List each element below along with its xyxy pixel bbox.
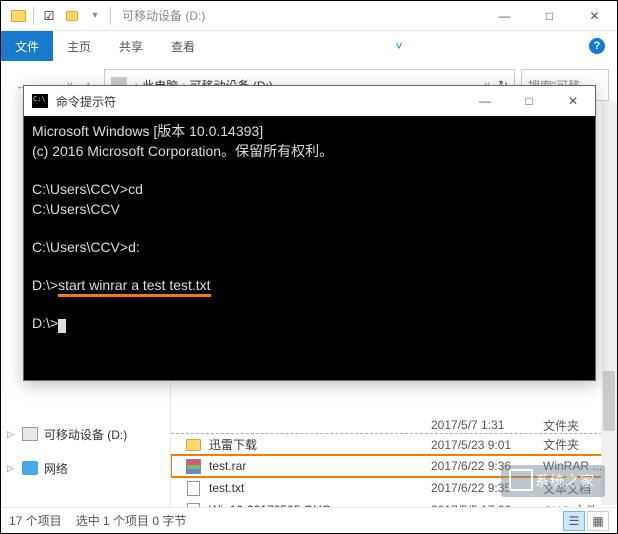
cmd-window: 命令提示符 — □ ✕ Microsoft Windows [版本 10.0.1… — [23, 85, 596, 381]
file-date: 2017/6/22 9:36 — [431, 459, 543, 473]
view-buttons: ☰ ▦ — [563, 511, 609, 531]
file-row[interactable]: 迅雷下载2017/5/23 9:01文件夹 — [171, 433, 617, 455]
tab-share[interactable]: 共享 — [105, 31, 157, 61]
file-date: 2017/6/22 9:35 — [431, 481, 543, 495]
cmd-command-highlighted: start winrar a test test.txt — [58, 277, 211, 297]
tab-home[interactable]: 主页 — [53, 31, 105, 61]
cmd-line: C:\Users\CCV — [32, 201, 120, 217]
drive-icon — [22, 427, 38, 441]
cmd-window-controls: — □ ✕ — [463, 87, 595, 115]
close-button[interactable]: ✕ — [572, 2, 617, 30]
view-icons-button[interactable]: ▦ — [587, 511, 609, 531]
tab-view[interactable]: 查看 — [157, 31, 209, 61]
maximize-button[interactable]: □ — [527, 2, 572, 30]
rar-icon — [185, 458, 201, 474]
divider — [33, 7, 34, 25]
sidebar-item-drive[interactable]: ▷ 可移动设备 (D:) — [1, 423, 170, 445]
ribbon-expand[interactable]: ˅ — [382, 31, 417, 61]
file-date: 2017/5/23 9:01 — [431, 438, 543, 452]
cmd-minimize-button[interactable]: — — [463, 87, 507, 115]
file-row[interactable]: test.rar2017/6/22 9:36WinRAR ... — [171, 455, 617, 477]
scrollbar-thumb[interactable] — [603, 371, 615, 431]
divider — [110, 7, 111, 25]
cmd-prompt: D:\> — [32, 277, 58, 293]
quick-access-toolbar: ☑ ▾ — [7, 5, 114, 27]
network-icon — [22, 461, 38, 475]
view-details-button[interactable]: ☰ — [563, 511, 585, 531]
vertical-scrollbar[interactable] — [601, 101, 617, 505]
help-icon[interactable]: ? — [589, 38, 605, 54]
explorer-titlebar: ☑ ▾ 可移动设备 (D:) — □ ✕ — [1, 1, 617, 31]
sidebar-label: 可移动设备 (D:) — [44, 426, 127, 443]
cmd-line: C:\Users\CCV>d: — [32, 239, 140, 255]
status-selection: 选中 1 个项目 0 字节 — [76, 512, 187, 529]
cmd-titlebar[interactable]: 命令提示符 — □ ✕ — [24, 86, 595, 116]
cmd-maximize-button[interactable]: □ — [507, 87, 551, 115]
quick-access-dropdown[interactable]: ▾ — [84, 5, 106, 27]
file-row-partial[interactable]: 2017/5/7 1:31 文件夹 — [171, 417, 617, 433]
file-name: 迅雷下载 — [209, 436, 431, 453]
tab-file[interactable]: 文件 — [1, 31, 53, 61]
file-row[interactable]: Win10-20170505.GHO2017/5/5 17:00GHO 文件 — [171, 499, 617, 507]
status-count: 17 个项目 — [9, 512, 62, 529]
window-title: 可移动设备 (D:) — [122, 7, 205, 24]
sidebar-item-network[interactable]: ▷ 网络 — [1, 457, 170, 479]
window-controls: — □ ✕ — [482, 2, 617, 30]
cmd-terminal[interactable]: Microsoft Windows [版本 10.0.14393] (c) 20… — [24, 116, 595, 380]
minimize-button[interactable]: — — [482, 2, 527, 30]
status-bar: 17 个项目 选中 1 个项目 0 字节 ☰ ▦ — [1, 507, 617, 533]
txt-icon — [185, 480, 201, 496]
cmd-line: Microsoft Windows [版本 10.0.14393] — [32, 123, 263, 139]
file-name: test.txt — [209, 481, 431, 495]
file-row[interactable]: test.txt2017/6/22 9:35文本文档 — [171, 477, 617, 499]
folder-icon — [7, 5, 29, 27]
cmd-line: (c) 2016 Microsoft Corporation。保留所有权利。 — [32, 143, 333, 159]
cmd-icon — [32, 94, 48, 108]
sidebar-label: 网络 — [44, 460, 68, 477]
cmd-line: C:\Users\CCV>cd — [32, 181, 143, 197]
checkbox-icon[interactable]: ☑ — [38, 5, 60, 27]
cmd-prompt: D:\> — [32, 315, 58, 331]
ribbon-tabs: 文件 主页 共享 查看 ˅ ? — [1, 31, 617, 61]
chevron-right-icon[interactable]: ▷ — [7, 429, 14, 440]
file-name: test.rar — [209, 459, 431, 473]
cmd-cursor — [58, 319, 66, 333]
folder-small-icon — [61, 5, 83, 27]
cmd-title: 命令提示符 — [56, 93, 116, 110]
chevron-right-icon[interactable]: ▷ — [7, 463, 14, 474]
cmd-close-button[interactable]: ✕ — [551, 87, 595, 115]
folder-icon — [185, 437, 201, 453]
